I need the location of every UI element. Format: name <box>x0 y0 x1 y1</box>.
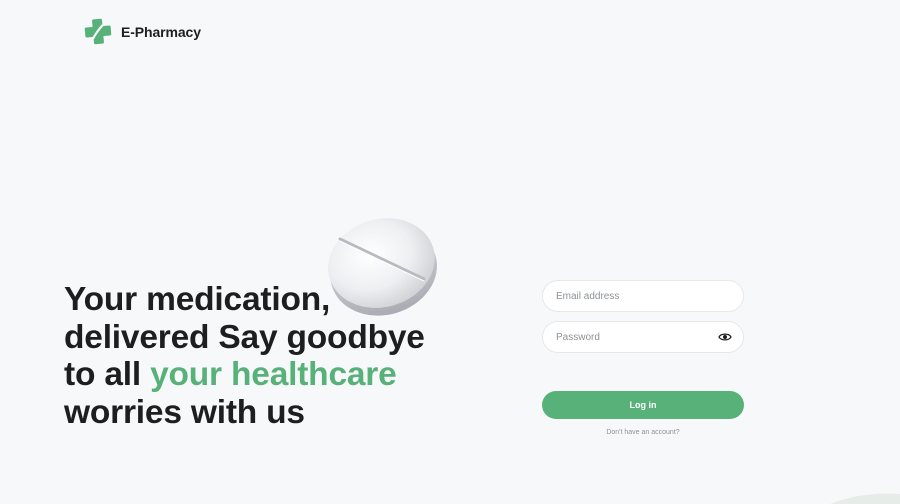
hero-line-3-prefix: to all <box>64 356 151 393</box>
email-input[interactable] <box>543 281 743 311</box>
password-field-wrapper <box>542 321 744 353</box>
hero-line-2: delivered Say goodbye <box>64 318 425 356</box>
login-form: Log in Don't have an account? <box>542 280 744 436</box>
eye-icon[interactable] <box>718 331 732 343</box>
brand-name: E-Pharmacy <box>121 23 201 40</box>
login-button[interactable]: Log in <box>542 391 744 419</box>
medical-cross-logo-icon <box>84 18 112 45</box>
corner-decoration <box>830 493 900 504</box>
email-field-wrapper <box>542 280 744 312</box>
hero-accent-text: your healthcare <box>150 356 397 393</box>
hero-line-4: worries with us <box>64 393 305 431</box>
password-input[interactable] <box>543 322 743 352</box>
brand[interactable]: E-Pharmacy <box>84 18 201 45</box>
hero-line-1: Your medication, <box>64 281 331 318</box>
signup-link[interactable]: Don't have an account? <box>542 429 744 436</box>
hero-heading: Your medication, delivered Say goodbye t… <box>64 281 484 431</box>
